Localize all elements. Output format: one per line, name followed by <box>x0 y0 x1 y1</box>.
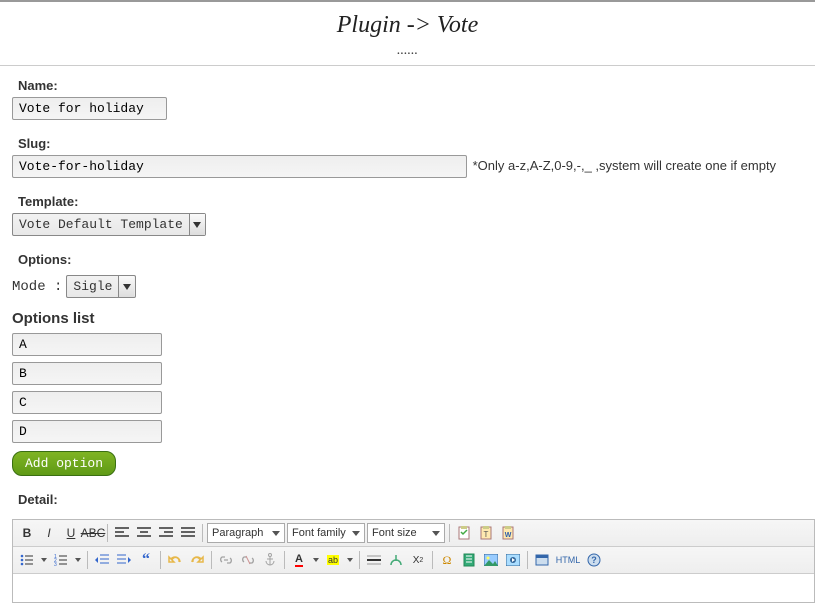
separator <box>527 551 528 569</box>
text-color-button[interactable]: A <box>289 550 309 570</box>
page-subtitle: ...... <box>0 43 815 59</box>
html-source-button[interactable]: HTML <box>554 550 582 570</box>
bullet-list-button[interactable] <box>17 550 37 570</box>
align-left-button[interactable] <box>112 523 132 543</box>
separator <box>432 551 433 569</box>
template-select[interactable]: Vote Default Template <box>12 213 206 236</box>
editor-toolbar-row-1: B I U ABC Paragraph Font family Font siz… <box>13 520 814 547</box>
strikethrough-button[interactable]: ABC <box>83 523 103 543</box>
text-color-dropdown[interactable] <box>311 550 321 570</box>
mode-select-value: Sigle <box>67 276 118 297</box>
align-center-button[interactable] <box>134 523 154 543</box>
separator <box>359 551 360 569</box>
template-select-value: Vote Default Template <box>13 214 189 235</box>
font-family-select[interactable]: Font family <box>287 523 365 543</box>
separator <box>211 551 212 569</box>
bullet-list-dropdown[interactable] <box>39 550 49 570</box>
anchor-button[interactable] <box>260 550 280 570</box>
separator <box>87 551 88 569</box>
align-right-button[interactable] <box>156 523 176 543</box>
chevron-down-icon <box>189 214 205 235</box>
bold-button[interactable]: B <box>17 523 37 543</box>
numbered-list-button[interactable]: 123 <box>51 550 71 570</box>
option-input[interactable] <box>12 391 162 414</box>
outdent-button[interactable] <box>92 550 112 570</box>
remove-format-button[interactable] <box>386 550 406 570</box>
svg-text:W: W <box>505 532 512 539</box>
paste-text-button[interactable]: T <box>476 523 496 543</box>
separator <box>202 524 203 542</box>
unlink-button[interactable] <box>238 550 258 570</box>
options-list-title: Options list <box>12 310 815 327</box>
svg-text:3: 3 <box>54 562 57 566</box>
highlight-button[interactable]: ab <box>323 550 343 570</box>
indent-button[interactable] <box>114 550 134 570</box>
embed-button[interactable] <box>503 550 523 570</box>
chevron-down-icon <box>118 276 134 297</box>
detail-label: Detail: <box>18 492 803 507</box>
rich-text-editor: B I U ABC Paragraph Font family Font siz… <box>12 519 815 603</box>
numbered-list-dropdown[interactable] <box>73 550 83 570</box>
paste-button[interactable] <box>454 523 474 543</box>
subscript-button[interactable]: X2 <box>408 550 428 570</box>
page-title: Plugin -> Vote <box>0 12 815 39</box>
options-list <box>0 333 815 443</box>
media-button[interactable] <box>459 550 479 570</box>
add-option-button[interactable]: Add option <box>12 451 116 476</box>
link-button[interactable] <box>216 550 236 570</box>
fullscreen-button[interactable] <box>532 550 552 570</box>
paragraph-select[interactable]: Paragraph <box>207 523 285 543</box>
help-button[interactable]: ? <box>584 550 604 570</box>
paste-word-button[interactable]: W <box>498 523 518 543</box>
mode-label: Mode : <box>12 279 62 295</box>
form-area: Name: Slug: *Only a-z,A-Z,0-9,-,_ ,syste… <box>0 65 815 603</box>
svg-text:T: T <box>484 530 489 539</box>
option-input[interactable] <box>12 420 162 443</box>
slug-hint: *Only a-z,A-Z,0-9,-,_ ,system will creat… <box>473 158 776 173</box>
name-label: Name: <box>18 78 803 93</box>
template-label: Template: <box>18 194 803 209</box>
option-input[interactable] <box>12 333 162 356</box>
option-input[interactable] <box>12 362 162 385</box>
underline-button[interactable]: U <box>61 523 81 543</box>
font-size-select[interactable]: Font size <box>367 523 445 543</box>
slug-label: Slug: <box>18 136 803 151</box>
separator <box>107 524 108 542</box>
separator <box>284 551 285 569</box>
align-justify-button[interactable] <box>178 523 198 543</box>
blockquote-button[interactable]: “ <box>136 550 156 570</box>
undo-button[interactable] <box>165 550 185 570</box>
mode-select[interactable]: Sigle <box>66 275 136 298</box>
editor-toolbar-row-2: 123 “ A ab X2 Ω <box>13 547 814 574</box>
highlight-dropdown[interactable] <box>345 550 355 570</box>
image-button[interactable] <box>481 550 501 570</box>
slug-input[interactable] <box>12 155 467 178</box>
italic-button[interactable]: I <box>39 523 59 543</box>
editor-content-area[interactable] <box>13 574 814 602</box>
options-label: Options: <box>18 252 803 267</box>
separator <box>449 524 450 542</box>
hr-button[interactable] <box>364 550 384 570</box>
special-char-button[interactable]: Ω <box>437 550 457 570</box>
name-input[interactable] <box>12 97 167 120</box>
separator <box>160 551 161 569</box>
redo-button[interactable] <box>187 550 207 570</box>
